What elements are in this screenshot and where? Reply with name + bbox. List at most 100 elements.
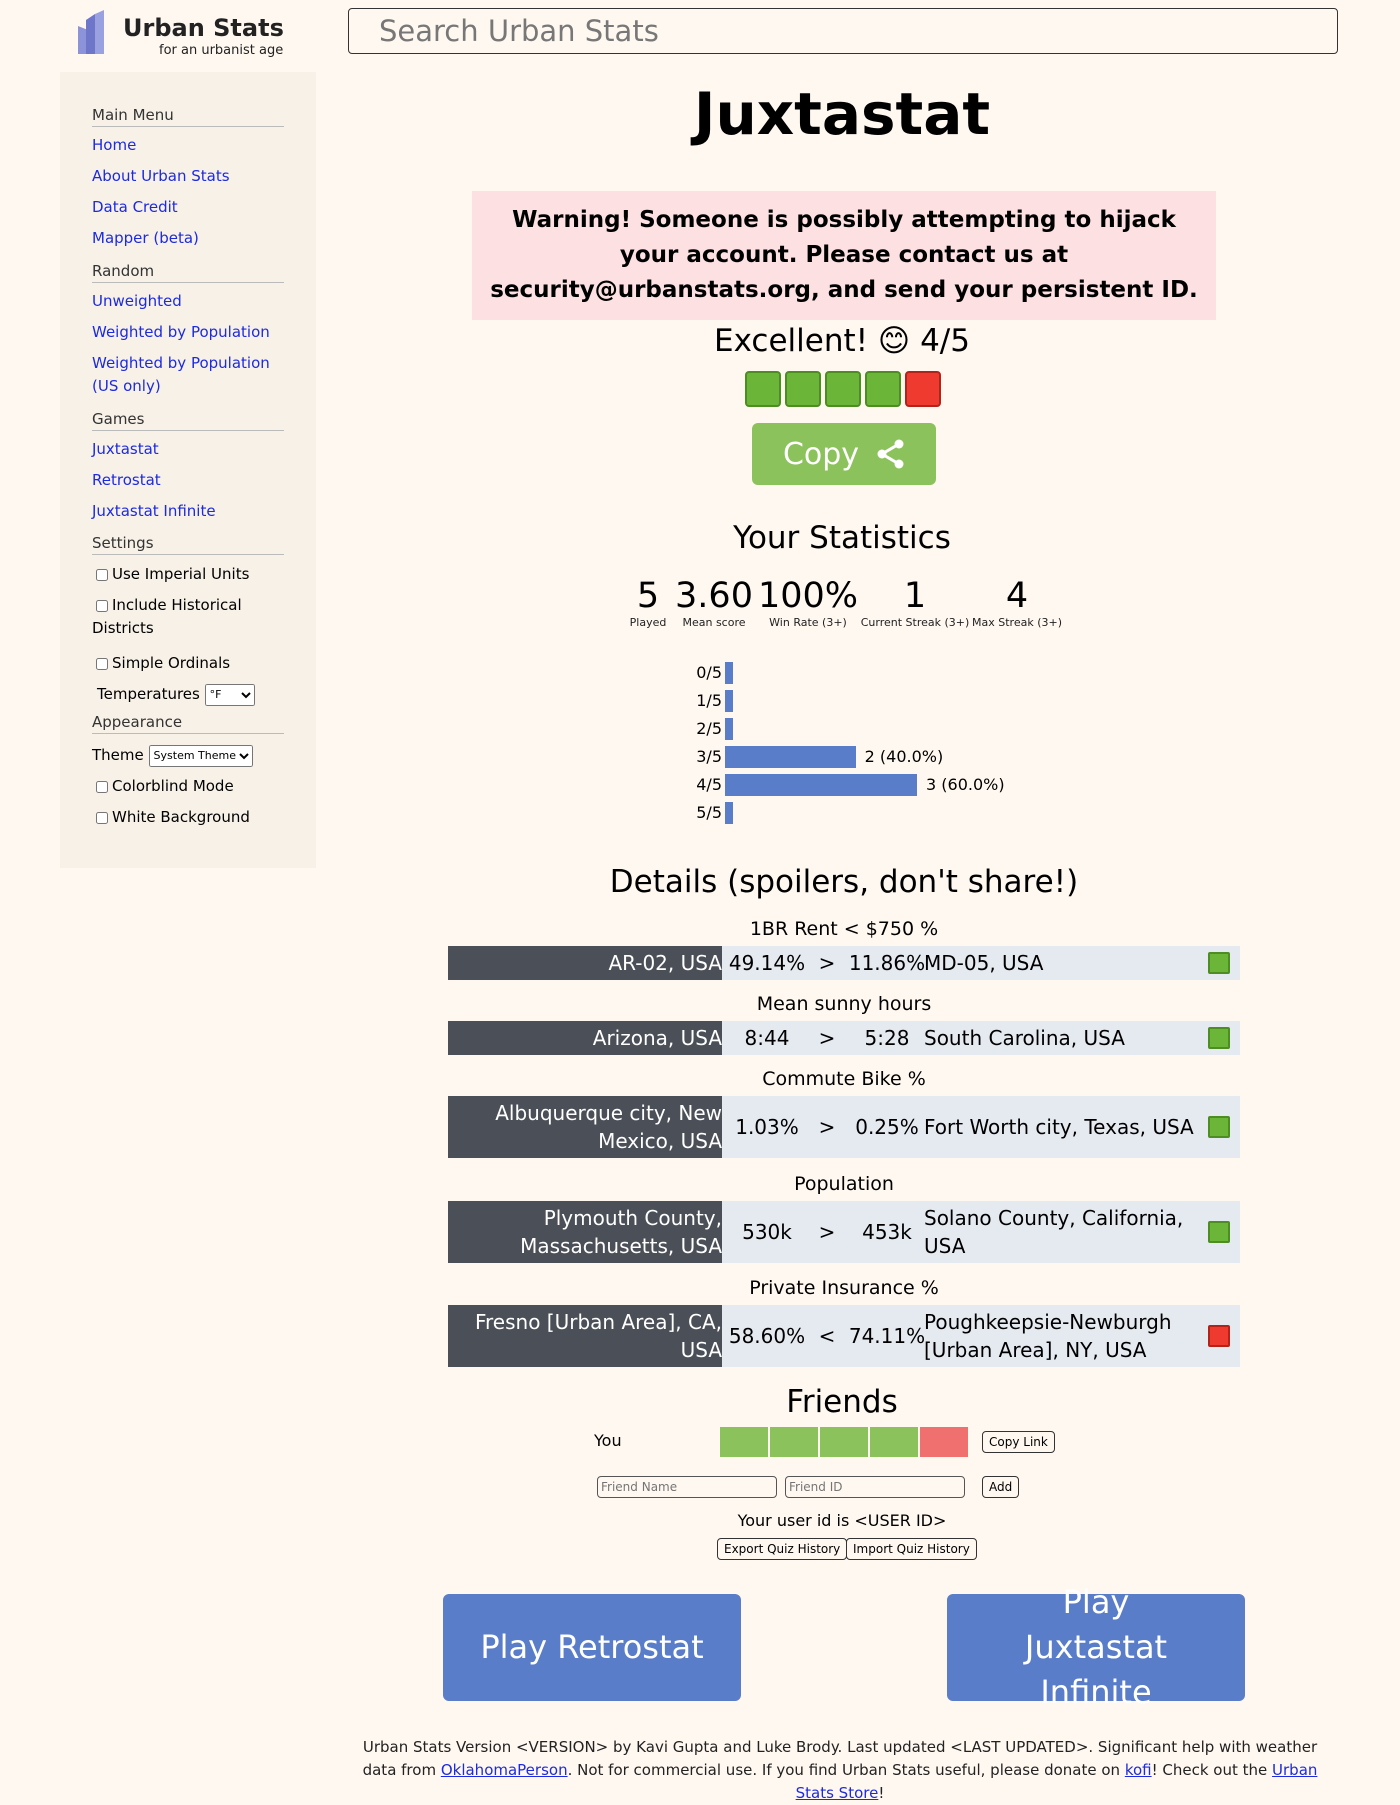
distribution-bar [725, 662, 733, 684]
sidebar-item-juxtastat[interactable]: Juxtastat [92, 438, 292, 461]
question-row: Fresno [Urban Area], CA, USA 58.60% <74.11… [448, 1305, 1240, 1367]
white-background-checkbox[interactable] [96, 811, 108, 824]
sidebar-item-mapper[interactable]: Mapper (beta) [92, 227, 292, 250]
question-title: Mean sunny hours [756, 993, 932, 1015]
white-background-label: White Background [112, 808, 250, 826]
question-right-value: 74.11% [848, 1324, 926, 1348]
imperial-units-checkbox[interactable] [96, 568, 108, 581]
question-title: Population [794, 1173, 894, 1195]
sidebar-item-weighted-population[interactable]: Weighted by Population [92, 321, 292, 344]
play-juxtastat-infinite-button[interactable]: Play Juxtastat Infinite [947, 1583, 1245, 1711]
search-input[interactable] [348, 8, 1338, 54]
temperatures-select[interactable]: °F [204, 683, 255, 706]
footer-link-kofi[interactable]: kofi [1125, 1761, 1152, 1779]
copy-link-button[interactable]: Copy Link [982, 1431, 1055, 1453]
distribution-label: 2/5 [696, 719, 722, 738]
question-title: Private Insurance % [749, 1277, 939, 1299]
sidebar-heading-main-menu: Main Menu [92, 106, 284, 127]
friend-correct-cell [820, 1427, 868, 1457]
correct-square [1208, 1027, 1230, 1049]
sidebar-item-unweighted[interactable]: Unweighted [92, 290, 292, 313]
details-heading: Details (spoilers, don't share!) [609, 864, 1079, 900]
question-title: 1BR Rent < $750 % [749, 918, 939, 940]
setting-temperatures: Temperatures °F [92, 683, 292, 706]
distribution-bar [725, 690, 733, 712]
sidebar-heading-settings: Settings [92, 534, 284, 555]
theme-select[interactable]: System Theme [148, 744, 253, 767]
historical-districts-label: Include Historical Districts [92, 596, 242, 637]
colorblind-label: Colorblind Mode [112, 777, 234, 795]
temperatures-label: Temperatures [97, 685, 200, 703]
play-retrostat-button[interactable]: Play Retrostat [443, 1594, 741, 1701]
score-squares [745, 371, 941, 407]
historical-districts-checkbox[interactable] [96, 599, 108, 612]
wrong-square [905, 371, 941, 407]
sidebar-heading-appearance: Appearance [92, 713, 284, 734]
footer-text: . Not for commercial use. If you find Ur… [567, 1761, 1125, 1779]
friend-wrong-cell [920, 1427, 968, 1457]
sidebar-heading-random: Random [92, 262, 284, 283]
colorblind-checkbox[interactable] [96, 780, 108, 793]
sidebar-item-juxtastat-infinite[interactable]: Juxtastat Infinite [92, 500, 292, 523]
friend-correct-cell [870, 1427, 918, 1457]
imperial-units-label: Use Imperial Units [112, 565, 250, 583]
logo-icon [78, 10, 104, 54]
setting-imperial-units: Use Imperial Units [92, 563, 292, 586]
question-result [1208, 1021, 1232, 1055]
question-comparison: > [818, 951, 836, 975]
friend-id-input[interactable] [785, 1476, 965, 1498]
user-id-text: Your user id is <USER ID> [737, 1511, 947, 1530]
sidebar-item-retrostat[interactable]: Retrostat [92, 469, 292, 492]
copy-button[interactable]: Copy [752, 423, 936, 485]
correct-square [1208, 1116, 1230, 1138]
friend-correct-cell [720, 1427, 768, 1457]
warning-banner: Warning! Someone is possibly attempting … [472, 191, 1216, 320]
page-title: Juxtastat [693, 80, 991, 148]
stat-value: 4 [1005, 576, 1029, 616]
setting-historical-districts: Include Historical Districts [92, 594, 292, 640]
question-right-value: 5:28 [864, 1026, 910, 1050]
friend-name-input[interactable] [597, 1476, 777, 1498]
question-title: Commute Bike % [762, 1068, 926, 1090]
setting-theme: Theme System Theme [92, 744, 292, 767]
simple-ordinals-checkbox[interactable] [96, 657, 108, 670]
question-left-region: Albuquerque city, New Mexico, USA [448, 1096, 722, 1158]
sidebar-item-home[interactable]: Home [92, 134, 292, 157]
add-friend-button[interactable]: Add [982, 1476, 1020, 1498]
sidebar-heading-games: Games [92, 410, 284, 431]
export-quiz-history-button[interactable]: Export Quiz History [717, 1538, 848, 1560]
distribution-label: 0/5 [696, 663, 722, 682]
question-left-value: 1.03% [735, 1115, 799, 1139]
simple-ordinals-label: Simple Ordinals [112, 654, 231, 672]
footer: Urban Stats Version <VERSION> by Kavi Gu… [360, 1736, 1320, 1805]
question-comparison: > [818, 1026, 836, 1050]
sidebar-item-weighted-population-us[interactable]: Weighted by Population (US only) [92, 352, 292, 398]
question-left-region: AR-02, USA [448, 946, 722, 980]
correct-square [785, 371, 821, 407]
distribution-bar [725, 774, 917, 796]
sidebar-item-data-credit[interactable]: Data Credit [92, 196, 292, 219]
footer-link-oklahomaperson[interactable]: OklahomaPerson [441, 1761, 568, 1779]
distribution-label: 1/5 [696, 691, 722, 710]
footer-text: ! Check out the [1151, 1761, 1273, 1779]
question-right-value: 11.86% [848, 951, 926, 975]
stat-value: 1 [903, 576, 927, 616]
question-left-value: 58.60% [728, 1324, 806, 1348]
sidebar-item-about[interactable]: About Urban Stats [92, 165, 292, 188]
distribution-value: 3 (60.0%) [926, 775, 1005, 794]
import-quiz-history-button[interactable]: Import Quiz History [846, 1538, 977, 1560]
logo[interactable]: Urban Stats for an urbanist age [76, 8, 284, 58]
question-right-region: Poughkeepsie-Newburgh [Urban Area], NY, … [924, 1310, 1172, 1362]
question-left-region: Arizona, USA [448, 1021, 722, 1055]
question-left-value: 49.14% [728, 951, 806, 975]
stat-current-streak: 1 Current Streak (3+) [860, 576, 970, 629]
question-left-region: Fresno [Urban Area], CA, USA [448, 1305, 722, 1367]
question-comparison: > [818, 1220, 836, 1244]
question-result [1208, 1201, 1232, 1263]
setting-simple-ordinals: Simple Ordinals [92, 652, 292, 675]
stat-mean-score: 3.60 Mean score [674, 576, 754, 629]
question-result [1208, 1305, 1232, 1367]
question-comparison: < [818, 1324, 836, 1348]
question-row: AR-02, USA 49.14% >11.86% MD-05, USA [448, 946, 1240, 980]
question-left-region: Plymouth County, Massachusetts, USA [448, 1201, 722, 1263]
